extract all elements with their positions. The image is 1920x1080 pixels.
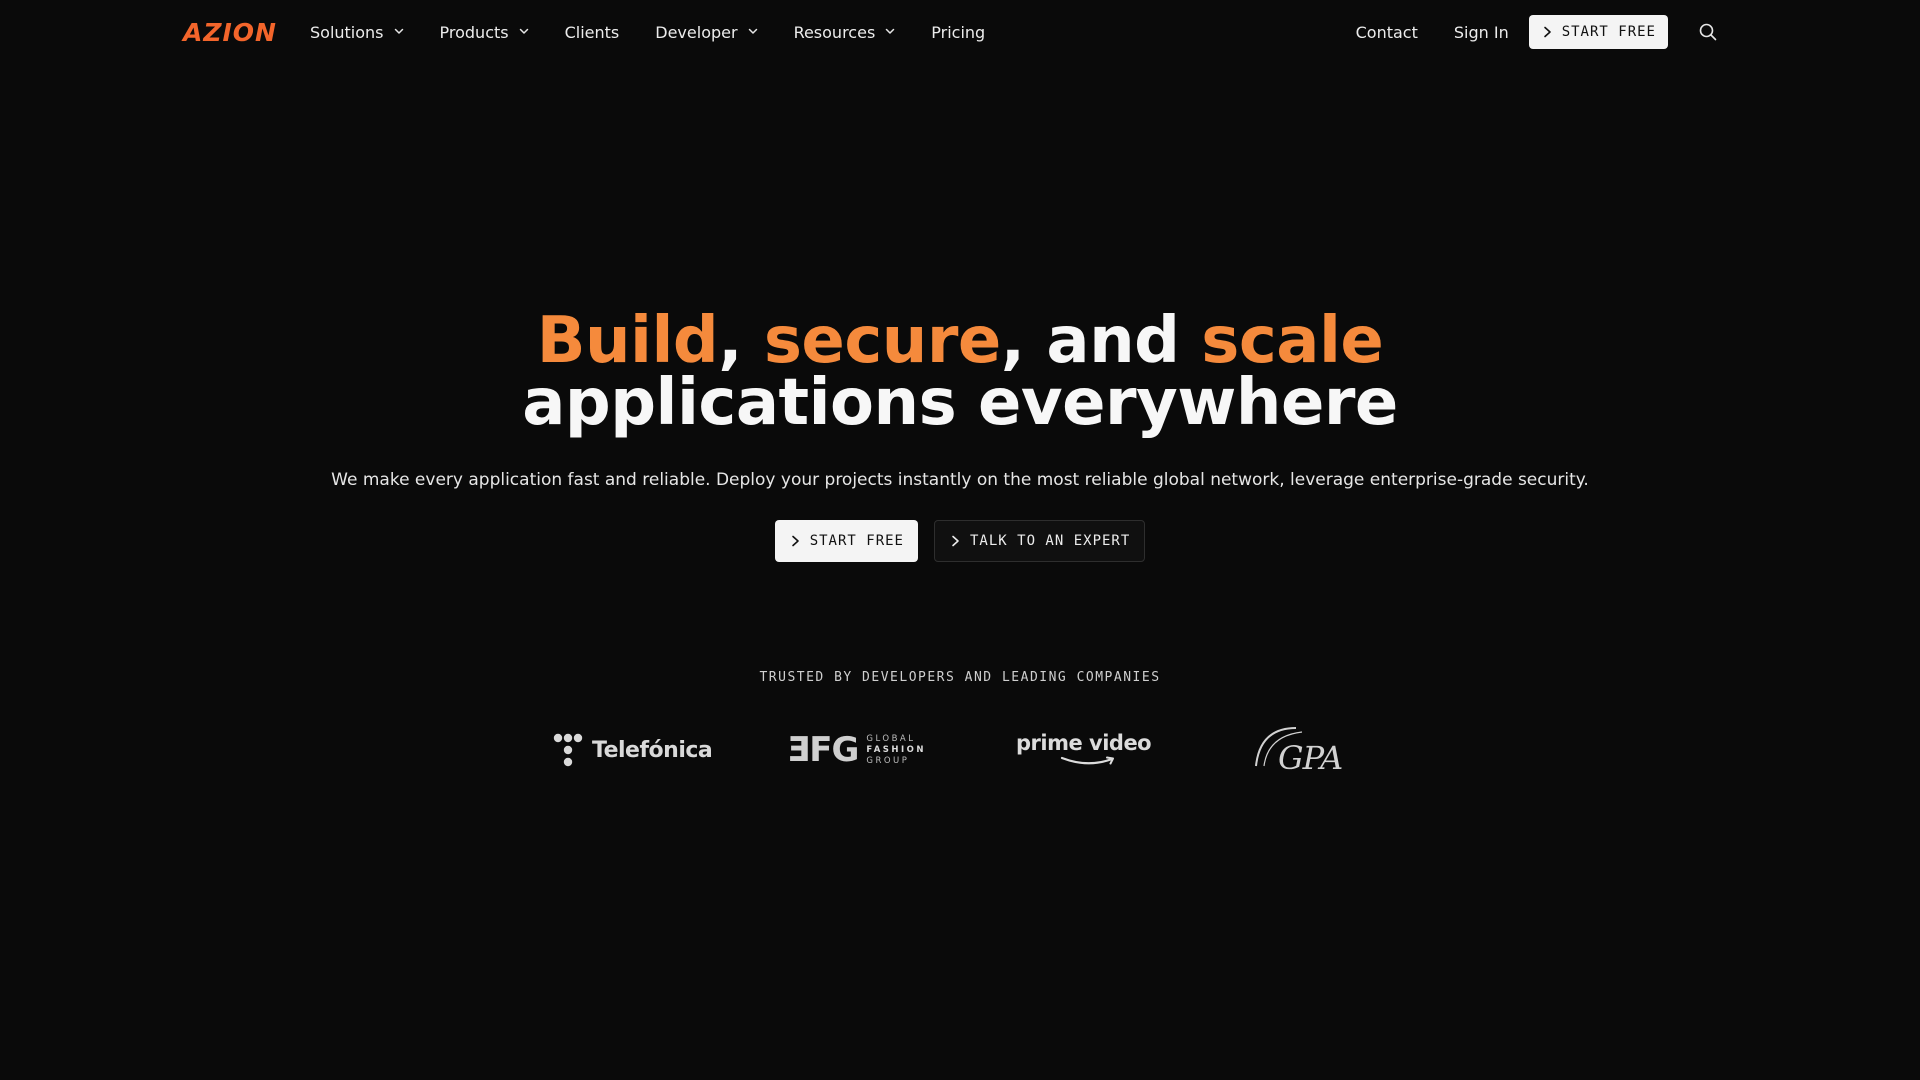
start-free-nav-button[interactable]: START FREE: [1528, 15, 1668, 49]
telefonica-dots-icon: [553, 733, 583, 767]
nav-item-resources[interactable]: Resources: [794, 23, 896, 42]
chevron-down-icon: [748, 28, 757, 34]
gfg-line-2: FASHION: [866, 744, 927, 755]
gfg-wordmark: GLOBAL FASHION GROUP: [866, 734, 926, 767]
gfg-mark: ƎFG: [787, 730, 859, 770]
hero-headline: Build, secure, and scale applications ev…: [0, 309, 1920, 435]
nav-item-label: Products: [439, 22, 509, 42]
nav-item-label: Clients: [564, 22, 620, 42]
chevron-right-icon: [952, 535, 959, 547]
hero-section: Build, secure, and scale applications ev…: [0, 309, 1920, 562]
nav-item-label: Solutions: [310, 22, 384, 42]
talk-to-expert-button[interactable]: TALK TO AN EXPERT: [934, 520, 1146, 562]
gpa-mark: GPA: [1252, 722, 1343, 778]
chevron-down-icon: [394, 28, 403, 34]
top-navigation: AZION Solutions Products Clients Develop…: [0, 0, 1920, 64]
primary-menu: Solutions Products Clients Developer Res…: [310, 0, 1021, 64]
chevron-down-icon: [519, 28, 528, 34]
nav-item-pricing[interactable]: Pricing: [931, 23, 985, 42]
hero-cta-group: START FREE TALK TO AN EXPERT: [0, 520, 1920, 562]
logo-text: AZION: [183, 17, 277, 47]
amazon-smile-icon: [1060, 756, 1114, 765]
search-icon[interactable]: [1698, 22, 1718, 42]
button-label: START FREE: [1561, 24, 1656, 40]
telefonica-logo: Telefónica: [552, 720, 713, 780]
nav-item-solutions[interactable]: Solutions: [310, 23, 404, 42]
nav-item-developer[interactable]: Developer: [655, 23, 757, 42]
secondary-menu: Contact Sign In START FREE: [1356, 0, 1718, 64]
gpa-wordmark: GPA: [1278, 739, 1343, 777]
nav-item-clients[interactable]: Clients: [565, 23, 620, 42]
headline-line-2: applications everywhere: [522, 366, 1398, 440]
gfg-logo: ƎFG GLOBAL FASHION GROUP: [787, 720, 926, 780]
start-free-button[interactable]: START FREE: [774, 520, 918, 562]
chevron-right-icon: [1543, 26, 1551, 38]
gfg-line-3: GROUP: [866, 755, 910, 766]
trusted-heading: TRUSTED BY DEVELOPERS AND LEADING COMPAN…: [759, 670, 1161, 685]
gfg-line-1: GLOBAL: [866, 733, 916, 744]
button-label: TALK TO AN EXPERT: [970, 533, 1131, 549]
chevron-down-icon: [886, 28, 895, 34]
chevron-right-icon: [791, 535, 799, 547]
prime-video-wordmark: prime video: [1016, 731, 1152, 755]
sign-in-link[interactable]: Sign In: [1454, 23, 1509, 42]
button-label: START FREE: [809, 533, 904, 549]
prime-video-mark: prime video: [1016, 731, 1152, 767]
gpa-logo: GPA: [1252, 720, 1343, 780]
prime-video-logo: prime video: [1016, 720, 1152, 780]
nav-item-label: Developer: [655, 22, 738, 42]
azion-logo[interactable]: AZION: [183, 19, 277, 45]
nav-item-label: Resources: [793, 22, 876, 42]
nav-item-products[interactable]: Products: [440, 23, 529, 42]
hero-subtitle: We make every application fast and relia…: [331, 470, 1589, 490]
contact-link[interactable]: Contact: [1356, 23, 1418, 42]
telefonica-wordmark: Telefónica: [592, 737, 713, 763]
client-logos: Telefónica ƎFG GLOBAL FASHION GROUP prim…: [0, 720, 1920, 780]
nav-item-label: Pricing: [931, 22, 986, 42]
